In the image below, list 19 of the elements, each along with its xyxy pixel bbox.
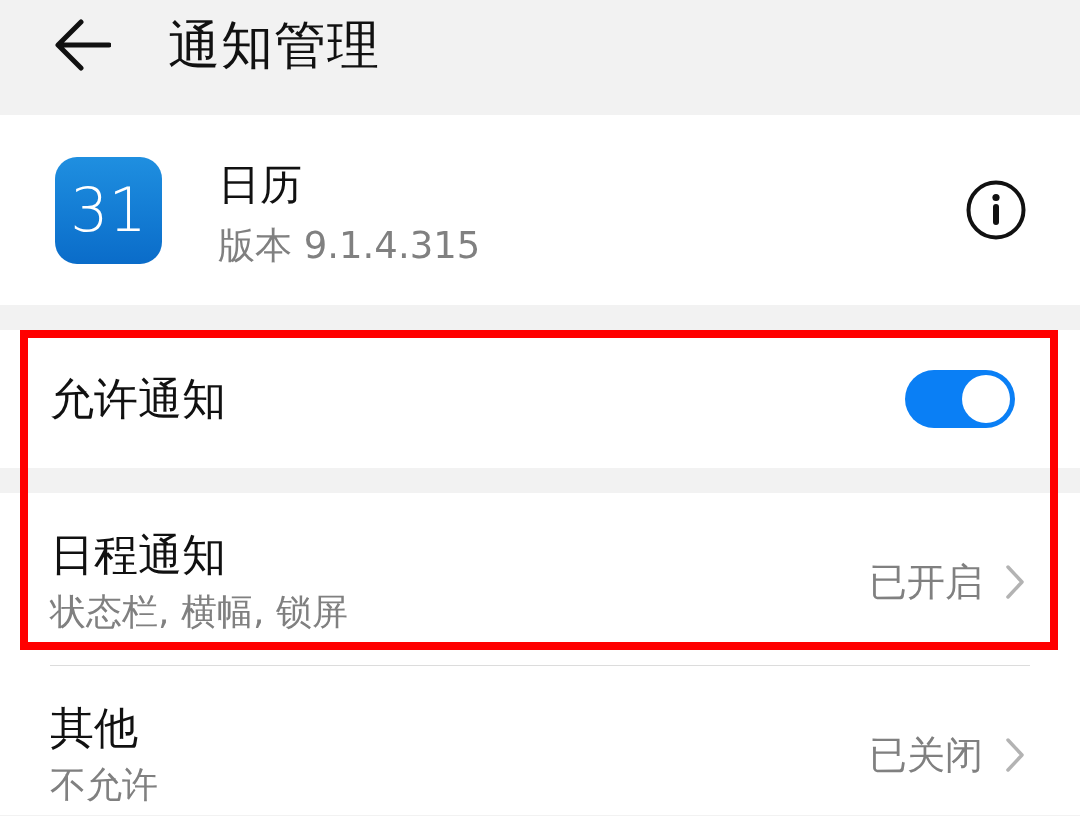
page-title: 通知管理 (168, 14, 380, 75)
setting-description: 不允许 (50, 763, 158, 807)
setting-status: 已开启 (869, 559, 983, 605)
app-version: 版本 9.1.4.315 (218, 223, 481, 269)
toggle-switch[interactable] (905, 370, 1015, 428)
back-arrow-icon[interactable] (55, 18, 111, 71)
info-icon[interactable] (966, 180, 1026, 240)
setting-row[interactable]: 日程通知 状态栏, 横幅, 锁屏 已开启 (0, 493, 1080, 665)
setting-label: 日程通知 (50, 529, 227, 581)
chevron-right-icon (1005, 564, 1025, 600)
chevron-right-icon (1005, 737, 1025, 773)
setting-description: 状态栏, 横幅, 锁屏 (50, 590, 348, 634)
setting-label: 其他 (50, 702, 139, 754)
app-name: 日历 (218, 161, 303, 209)
calendar-app-tile: 31 (55, 156, 162, 264)
setting-row[interactable]: 允许通知 (0, 330, 1080, 468)
setting-label: 允许通知 (50, 373, 226, 425)
setting-row[interactable]: 其他 不允许 已关闭 (0, 666, 1080, 815)
setting-status: 已关闭 (869, 732, 983, 778)
